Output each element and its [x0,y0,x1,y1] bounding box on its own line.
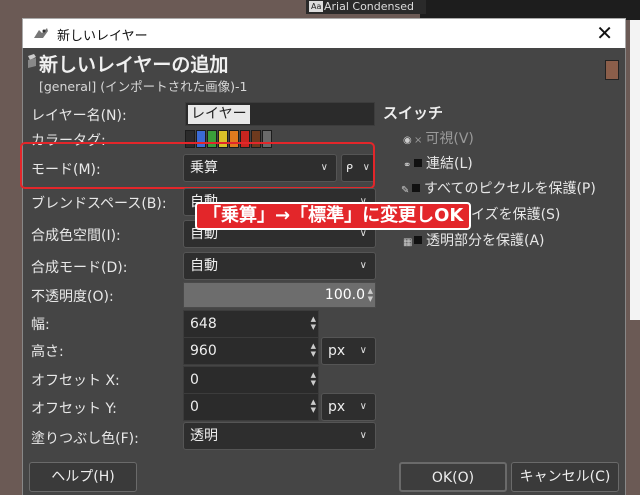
spin-arrows-icon[interactable]: ▲ ▼ [311,342,316,358]
layer-name-value: レイヤー [188,105,250,124]
checker-icon: ▦ [403,237,413,248]
linked-switch[interactable]: ⚭ 連結(L) [403,153,473,173]
spin-arrows-icon[interactable]: ▲ ▼ [311,315,316,331]
lock-alpha-label: 透明部分を保護(A) [426,233,545,249]
background-panel [420,0,640,20]
height-input[interactable]: 960 ▲ ▼ [183,337,319,365]
lock-position-label: イズを保護(S) [471,207,561,223]
offset-y-value: 0 [190,399,199,415]
check-icon: × [414,135,423,146]
checkbox-icon [414,159,422,167]
spin-arrows-icon[interactable]: ▲ ▼ [311,398,316,414]
chevron-down-icon: ∨ [359,345,367,356]
brush-icon: ✎ [401,185,410,196]
dialog-heading: 新しいレイヤーの追加 [39,54,229,76]
cancel-button[interactable]: キャンセル(C) [511,462,619,492]
fill-label: 塗りつぶし色(F): [31,431,139,447]
lock-alpha-switch[interactable]: ▦ 透明部分を保護(A) [403,230,545,250]
image-thumbnail [605,60,619,80]
offset-x-value: 0 [190,372,199,388]
gimp-wilber-icon [34,28,48,38]
checkbox-icon [412,184,420,192]
dialog-subtitle: [general] (インポートされた画像)-1 [39,79,248,94]
window-title: 新しいレイヤー [57,29,148,44]
offset-unit-select[interactable]: px ∨ [321,393,376,421]
opacity-label: 不透明度(O): [31,289,114,305]
eye-icon: ◉ [403,135,412,146]
background-font-item: Aa Arial Condensed [306,0,426,14]
mode-highlight-box [20,142,375,189]
chevron-down-icon: ∨ [359,260,367,271]
height-label: 高さ: [31,344,64,360]
close-icon[interactable]: ✕ [596,21,613,45]
font-name: Arial Condensed [324,0,414,13]
chevron-down-icon: ∨ [359,401,367,412]
width-label: 幅: [31,317,50,333]
background-strip [630,20,640,320]
chevron-down-icon: ∨ [359,430,367,441]
linked-label: 連結(L) [426,156,473,172]
switches-heading: スイッチ [383,104,444,122]
offset-y-label: オフセット Y: [31,401,117,417]
offset-y-input[interactable]: 0 ▲ ▼ [183,393,319,421]
spin-arrows-icon[interactable]: ▲ ▼ [368,287,373,303]
composite-space-label: 合成色空間(I): [31,228,121,244]
fill-select[interactable]: 透明 ∨ [183,422,376,450]
opacity-slider[interactable]: 100.0 ▲ ▼ [183,282,376,308]
size-unit-value: px [328,343,346,359]
width-value: 648 [190,316,217,332]
width-input[interactable]: 648 ▲ ▼ [183,310,319,338]
ok-button[interactable]: OK(O) [399,462,507,492]
composite-mode-value: 自動 [190,258,218,274]
help-button[interactable]: ヘルプ(H) [29,462,137,492]
chain-icon: ⚭ [403,160,412,171]
composite-mode-select[interactable]: 自動 ∨ [183,252,376,280]
font-badge: Aa [309,1,324,12]
height-value: 960 [190,343,217,359]
opacity-value: 100.0 [324,287,365,303]
offset-unit-value: px [328,399,346,415]
lock-position-switch[interactable]: イズを保護(S) [471,204,560,224]
offset-x-label: オフセット X: [31,373,120,389]
window-titlebar: 新しいレイヤー ✕ [22,18,626,48]
layer-name-input[interactable]: レイヤー [185,102,375,126]
new-layer-icon [28,54,36,68]
spin-arrows-icon[interactable]: ▲ ▼ [311,371,316,387]
visible-label: 可視(V) [425,131,474,147]
fill-value: 透明 [190,428,218,444]
composite-mode-label: 合成モード(D): [31,260,128,276]
checkbox-icon [414,236,422,244]
lock-pixels-switch[interactable]: ✎ すべてのピクセルを保護(P) [401,178,596,198]
size-unit-select[interactable]: px ∨ [321,337,376,365]
visible-switch[interactable]: ◉ × 可視(V) [403,128,474,148]
layer-name-label: レイヤー名(N): [31,108,127,124]
annotation-callout: 「乗算」→「標準」に変更しOK [195,202,472,230]
lock-pixels-label: すべてのピクセルを保護(P) [424,181,596,197]
blend-space-label: ブレンドスペース(B): [31,196,167,212]
offset-x-input[interactable]: 0 ▲ ▼ [183,366,319,394]
new-layer-dialog: 新しいレイヤーの追加 [general] (インポートされた画像)-1 レイヤー… [20,48,626,495]
